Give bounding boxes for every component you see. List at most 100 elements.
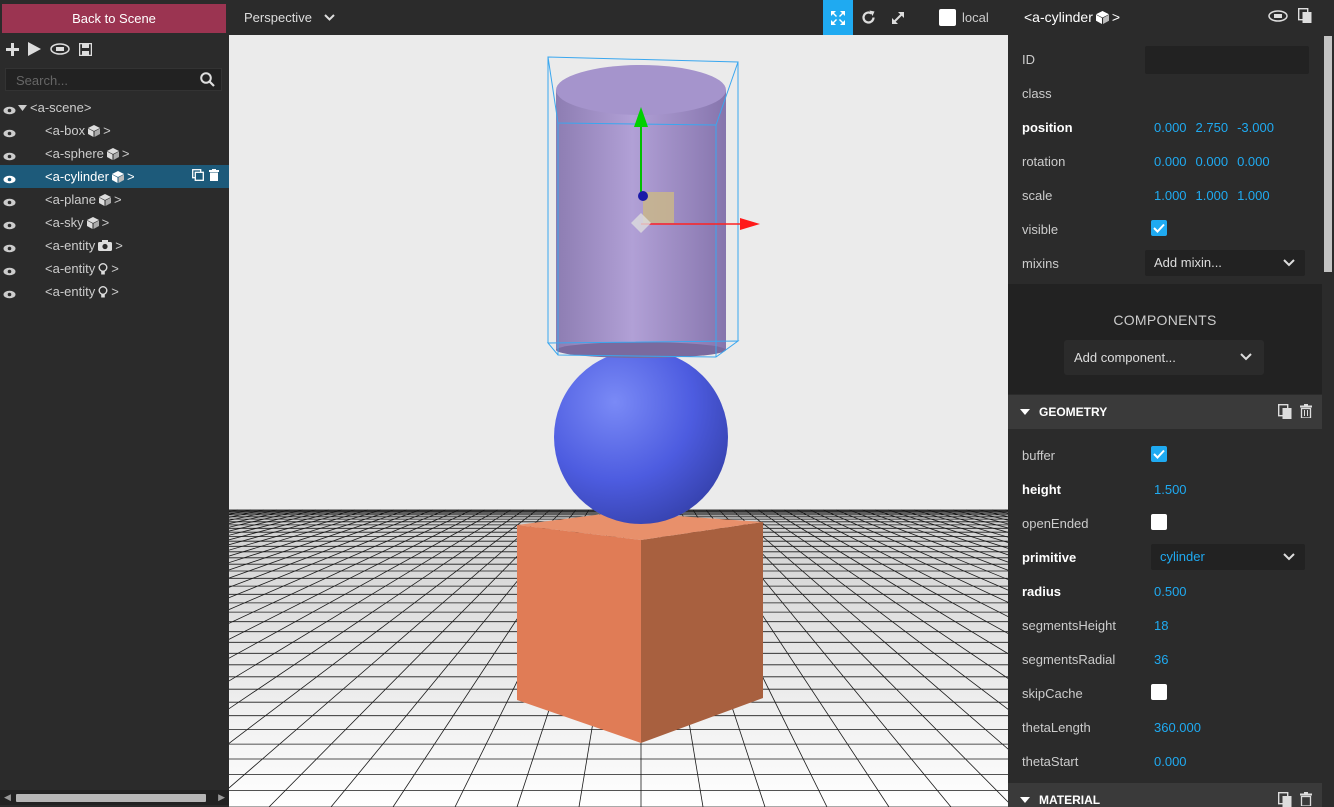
rotation-z-field[interactable]: 0.000 (1237, 154, 1270, 169)
eye-icon[interactable] (3, 218, 16, 233)
openended-checkbox[interactable] (1151, 514, 1167, 530)
tree-row-box[interactable]: <a-box > (0, 119, 229, 142)
eye-icon[interactable] (3, 195, 16, 210)
tree-row-scene[interactable]: <a-scene> (0, 96, 229, 119)
trash-icon[interactable] (1300, 404, 1312, 418)
tree-row-sky[interactable]: <a-sky > (0, 211, 229, 234)
visible-checkbox[interactable] (1151, 220, 1167, 236)
translate-tool-button[interactable] (823, 0, 853, 35)
back-to-scene-button[interactable]: Back to Scene (2, 4, 226, 33)
camera-select[interactable]: Perspective (244, 0, 335, 35)
scene-tree: <a-scene> <a-box > <a-sphere > <a-cylind… (0, 96, 229, 303)
eye-icon[interactable] (3, 287, 16, 302)
tree-label-close: > (103, 123, 111, 138)
horizontal-scrollbar[interactable]: ◀ ▶ (0, 790, 229, 805)
move-arrows-icon (831, 10, 845, 25)
copy-html-icon[interactable] (1298, 8, 1312, 23)
tree-row-cylinder[interactable]: <a-cylinder > (0, 165, 229, 188)
prop-row-primitive: primitive cylinder (1008, 540, 1322, 574)
tree-row-entity-light[interactable]: <a-entity > (0, 257, 229, 280)
eye-icon[interactable] (3, 264, 16, 279)
components-section: COMPONENTS Add component... (1008, 284, 1322, 394)
prop-row-buffer: buffer (1008, 438, 1322, 472)
entity-title-label: <a-cylinder (1024, 9, 1093, 25)
height-field[interactable]: 1.500 (1154, 482, 1187, 497)
clone-icon[interactable] (192, 169, 204, 181)
primitive-select[interactable]: cylinder (1151, 544, 1305, 570)
rotation-x-field[interactable]: 0.000 (1154, 154, 1187, 169)
segmentsheight-field[interactable]: 18 (1154, 618, 1168, 633)
tree-label-close: > (113, 192, 122, 207)
mixins-select[interactable]: Add mixin... (1145, 250, 1305, 276)
rotation-y-field[interactable]: 0.000 (1196, 154, 1229, 169)
trash-icon[interactable] (1300, 792, 1312, 806)
vertical-scrollbar[interactable] (1322, 0, 1334, 807)
inspector-header: <a-cylinder > (1008, 0, 1322, 35)
scale-z-field[interactable]: 1.000 (1237, 188, 1270, 203)
eye-icon[interactable] (3, 149, 16, 164)
position-z-field[interactable]: -3.000 (1237, 120, 1274, 135)
cube-icon (106, 147, 119, 160)
scale-y-field[interactable]: 1.000 (1196, 188, 1229, 203)
radius-field[interactable]: 0.500 (1154, 584, 1187, 599)
save-icon[interactable] (79, 42, 92, 56)
search-box (5, 68, 222, 91)
add-component-select[interactable]: Add component... (1064, 340, 1264, 375)
segmentsradial-field[interactable]: 36 (1154, 652, 1168, 667)
copy-icon[interactable] (1278, 792, 1292, 807)
scrollbar-thumb[interactable] (1324, 36, 1332, 272)
tree-row-entity-light-2[interactable]: <a-entity > (0, 280, 229, 303)
rotate-tool-button[interactable] (853, 0, 883, 35)
gltf-export-icon[interactable] (50, 43, 70, 55)
play-icon[interactable] (28, 42, 41, 56)
position-y-field[interactable]: 2.750 (1196, 120, 1229, 135)
scale-x-field[interactable]: 1.000 (1154, 188, 1187, 203)
local-toggle[interactable]: local (939, 0, 989, 35)
thetalength-field[interactable]: 360.000 (1154, 720, 1201, 735)
prop-label: ID (1022, 52, 1035, 67)
geometry-section-header[interactable]: GEOMETRY (1008, 395, 1322, 429)
scale-tool-button[interactable] (883, 0, 913, 35)
camera-icon (98, 240, 113, 251)
tree-row-sphere[interactable]: <a-sphere > (0, 142, 229, 165)
caret-down-icon[interactable] (18, 104, 27, 111)
prop-row-thetastart: thetaStart 0.000 (1008, 744, 1322, 778)
tree-label: <a-box (45, 123, 86, 138)
scroll-left-icon[interactable]: ◀ (4, 792, 11, 803)
eye-icon[interactable] (3, 241, 16, 256)
3d-viewport[interactable] (229, 35, 1008, 807)
gltf-export-icon[interactable] (1268, 9, 1288, 22)
material-section-header[interactable]: MATERIAL (1008, 783, 1322, 807)
chevron-down-icon (1240, 353, 1252, 361)
tree-row-entity-camera[interactable]: <a-entity > (0, 234, 229, 257)
caret-down-icon (1020, 409, 1030, 415)
scene-render[interactable] (229, 35, 1008, 807)
local-checkbox[interactable] (939, 9, 956, 26)
eye-icon[interactable] (3, 172, 16, 187)
tree-label-close: > (101, 215, 110, 230)
sphere-entity[interactable] (554, 350, 728, 524)
chevron-down-icon (324, 14, 335, 21)
box-entity[interactable] (517, 512, 763, 743)
eye-icon[interactable] (3, 103, 16, 118)
scrollbar-thumb[interactable] (16, 794, 206, 802)
tree-label: <a-entity (45, 238, 96, 253)
skipcache-checkbox[interactable] (1151, 684, 1167, 700)
position-x-field[interactable]: 0.000 (1154, 120, 1187, 135)
buffer-checkbox[interactable] (1151, 446, 1167, 462)
trash-icon[interactable] (209, 169, 219, 181)
id-field[interactable] (1145, 46, 1309, 74)
scroll-right-icon[interactable]: ▶ (218, 792, 225, 803)
copy-icon[interactable] (1278, 404, 1292, 419)
tree-row-plane[interactable]: <a-plane > (0, 188, 229, 211)
material-title: MATERIAL (1039, 793, 1101, 807)
camera-select-label: Perspective (244, 10, 312, 25)
scene-toolbar (6, 40, 92, 58)
search-icon[interactable] (200, 72, 215, 90)
thetastart-field[interactable]: 0.000 (1154, 754, 1187, 769)
search-input[interactable] (14, 71, 188, 90)
add-entity-icon[interactable] (6, 42, 19, 56)
eye-icon[interactable] (3, 126, 16, 141)
local-label: local (962, 10, 989, 25)
prop-label: position (1022, 120, 1073, 135)
